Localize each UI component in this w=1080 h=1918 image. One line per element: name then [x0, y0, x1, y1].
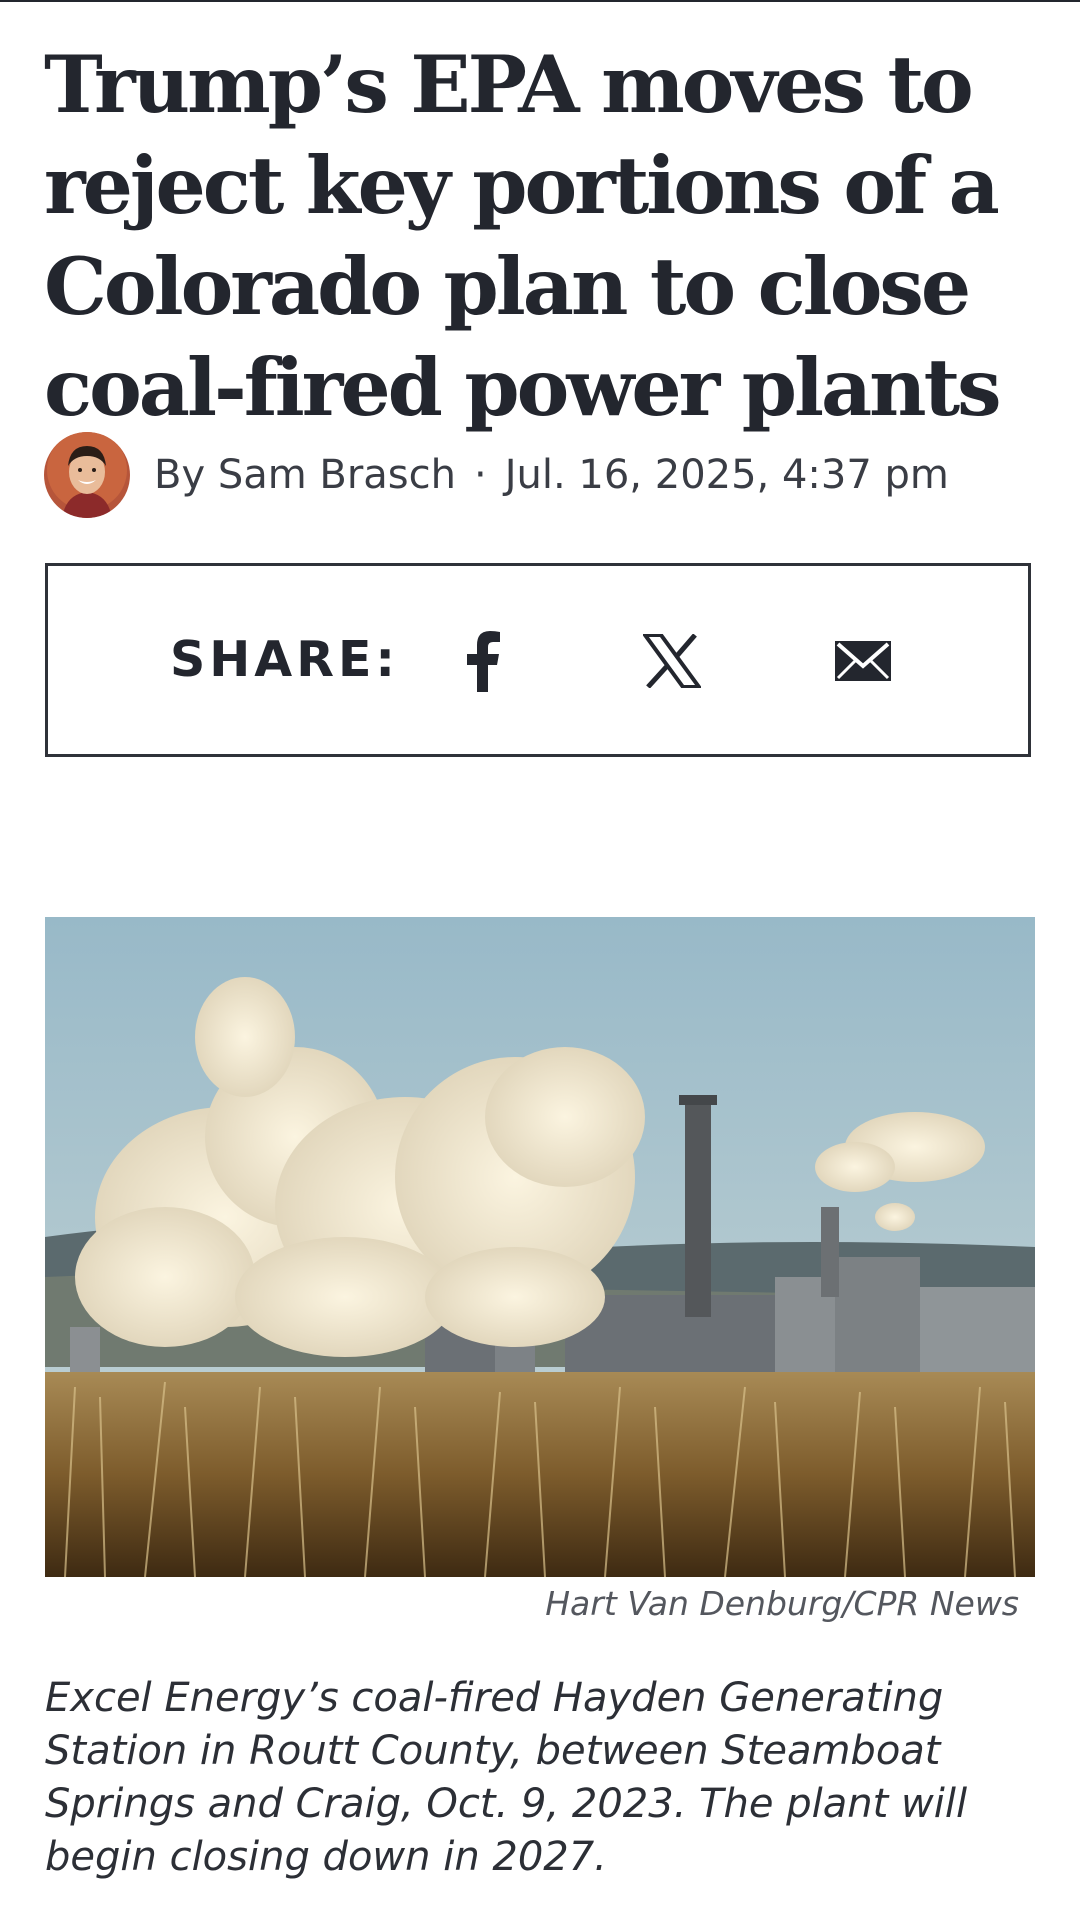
share-bar: SHARE:: [45, 563, 1031, 757]
article-headline: Trump’s EPA moves to reject key portions…: [44, 38, 1002, 434]
facebook-icon: [467, 631, 500, 692]
photo-caption: Excel Energy’s coal-fired Hayden Generat…: [45, 1675, 968, 1880]
hero-photo[interactable]: [45, 917, 1035, 1577]
byline: By Sam Brasch · Jul. 16, 2025, 4:37 pm: [44, 432, 949, 518]
x-icon: [643, 634, 701, 688]
share-label: SHARE:: [170, 631, 400, 688]
mail-icon: [835, 641, 891, 681]
byline-separator: ·: [474, 452, 487, 498]
author-avatar[interactable]: [44, 432, 130, 518]
author-name[interactable]: By Sam Brasch: [154, 452, 456, 498]
top-divider: [0, 0, 1080, 2]
photo-credit: Hart Van Denburg/CPR News: [545, 1584, 1019, 1623]
share-facebook-button[interactable]: [447, 626, 517, 696]
share-email-button[interactable]: [828, 626, 898, 696]
publish-timestamp: Jul. 16, 2025, 4:37 pm: [504, 452, 949, 498]
share-x-button[interactable]: [637, 626, 707, 696]
